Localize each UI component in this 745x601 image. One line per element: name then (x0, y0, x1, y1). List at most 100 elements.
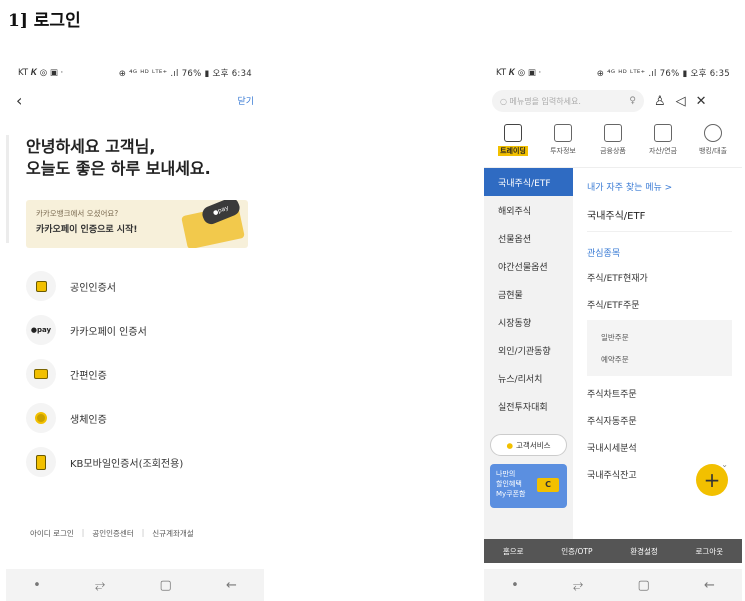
auth-item-biometric[interactable]: 생체인증 (6, 396, 264, 440)
category-item[interactable]: 금현물 (484, 280, 573, 308)
category-list: 국내주식/ETF 해외주식 선물옵션 야간선물옵션 금현물 시장동향 외인/기관… (484, 168, 573, 539)
category-item[interactable]: 뉴스/리서치 (484, 364, 573, 392)
presentation-icon (654, 124, 672, 142)
status-left: KT 𝑲 ◎ ▣ · (18, 68, 64, 78)
cert-center-link[interactable]: 공인인증센터 (92, 528, 133, 539)
status-left: KT 𝑲 ◎ ▣ · (496, 68, 542, 78)
category-item[interactable]: 시장동향 (484, 308, 573, 336)
quick-menu: 트레이딩 투자정보 금융상품 자산/연금 뱅킹/대출 (484, 116, 742, 168)
greeting-line-1: 안녕하세요 고객님, (26, 137, 156, 156)
greeting-line-2: 오늘도 좋은 하루 보내세요. (26, 159, 211, 178)
kakaopay-promo-banner[interactable]: 카카오뱅크에서 오셨어요? 카카오페이 인증으로 시작! ●pay (26, 200, 248, 248)
quick-menu-invest-info[interactable]: 투자정보 (541, 124, 585, 167)
quick-menu-label: 뱅킹/대출 (698, 147, 728, 155)
submenu-item[interactable]: 주식/ETF현재가 (587, 264, 742, 291)
auth-method-list: 공인인증서 ●pay 카카오페이 인증서 간편인증 생체인증 KB모바일인증서(… (6, 264, 264, 484)
category-item[interactable]: 실전투자대회 (484, 392, 573, 420)
header-actions: ♙ ◁ ✕ (654, 94, 707, 109)
headset-icon: ● (506, 440, 514, 450)
back-icon[interactable]: ← (704, 578, 715, 593)
biometric-icon (26, 403, 56, 433)
category-item[interactable]: 야간선물옵션 (484, 252, 573, 280)
link-separator: | (81, 528, 85, 537)
auth-item-certificate[interactable]: 공인인증서 (6, 264, 264, 308)
section-watchlist[interactable]: 관심종목 (587, 246, 742, 264)
logout-button[interactable]: 로그아웃 (696, 546, 724, 557)
greeting: 안녕하세요 고객님, 오늘도 좋은 하루 보내세요. (6, 114, 264, 180)
login-screen: KT 𝑲 ◎ ▣ · ⊕ ⁴ᴳ ᴴᴰ ᴸᵀᴱ⁺ .ıl 76% ▮ 오후 6:3… (6, 60, 264, 601)
chart-icon (504, 124, 522, 142)
auth-otp-button[interactable]: 인증/OTP (561, 546, 592, 557)
recent-apps-icon[interactable]: ⥂ (573, 578, 583, 593)
search-row: ○ 메뉴명을 입력하세요. ♀ ♙ ◁ ✕ (484, 86, 742, 116)
home-icon[interactable]: ▢ (638, 578, 650, 593)
mobile-cert-icon (26, 447, 56, 477)
category-item[interactable]: 선물옵션 (484, 224, 573, 252)
greeting-accent-bar (6, 135, 9, 243)
submenu-subitem[interactable]: 예약주문 (601, 348, 732, 370)
close-icon[interactable]: ✕ (696, 94, 707, 109)
recent-apps-icon[interactable]: ⥂ (95, 578, 105, 593)
quick-menu-financial-products[interactable]: 금융상품 (591, 124, 635, 167)
status-right: ⊕ ⁴ᴳ ᴴᴰ ᴸᵀᴱ⁺ .ıl 76% ▮ 오후 6:34 (118, 69, 252, 79)
search-placeholder: 메뉴명을 입력하세요. (509, 96, 581, 106)
quick-menu-trading[interactable]: 트레이딩 (491, 124, 535, 167)
mic-icon[interactable]: ♀ (629, 96, 636, 106)
auth-item-kb-mobile[interactable]: KB모바일인증서(조회전용) (6, 440, 264, 484)
id-login-link[interactable]: 아이디 로그인 (30, 528, 74, 539)
coupon-banner[interactable]: 나만의 할인혜택 My쿠폰함 C (490, 464, 567, 508)
won-coin-icon (704, 124, 722, 142)
submenu-item[interactable]: 주식차트주문 (587, 380, 742, 407)
auth-item-simple[interactable]: 간편인증 (6, 352, 264, 396)
coupon-icon: C (537, 478, 559, 492)
quick-menu-label: 트레이딩 (498, 146, 528, 156)
kakaopay-icon: ●pay (26, 315, 56, 345)
auth-item-label: KB모바일인증서(조회전용) (70, 458, 184, 470)
submenu-item[interactable]: 국내시세분석 (587, 434, 742, 461)
favorite-menu-item[interactable]: 국내주식/ETF (587, 198, 732, 232)
category-item[interactable]: 국내주식/ETF (484, 168, 573, 196)
dot-icon[interactable]: • (511, 578, 519, 593)
quick-menu-assets[interactable]: 자산/연금 (641, 124, 685, 167)
monitor-icon (554, 124, 572, 142)
auth-item-kakaopay[interactable]: ●pay 카카오페이 인증서 (6, 308, 264, 352)
auth-item-label: 간편인증 (70, 370, 107, 382)
close-button[interactable]: 닫기 (237, 94, 254, 107)
android-nav-bar: • ⥂ ▢ ← (484, 569, 742, 601)
submenu-item[interactable]: 주식자동주문 (587, 407, 742, 434)
android-nav-bar: • ⥂ ▢ ← (6, 569, 264, 601)
auth-item-label: 생체인증 (70, 414, 107, 426)
open-account-link[interactable]: 신규계좌개설 (152, 528, 193, 539)
submenu-panel: 내가 자주 찾는 메뉴 > 국내주식/ETF 관심종목 주식/ETF현재가 주식… (573, 168, 742, 539)
status-right: ⊕ ⁴ᴳ ᴴᴰ ᴸᵀᴱ⁺ .ıl 76% ▮ 오후 6:35 (596, 69, 730, 79)
auth-item-label: 카카오페이 인증서 (70, 326, 147, 338)
auth-item-label: 공인인증서 (70, 282, 116, 294)
search-icon: ○ (500, 96, 510, 106)
person-icon[interactable]: ♙ (654, 94, 666, 109)
simple-auth-icon (26, 359, 56, 389)
menu-screen: KT 𝑲 ◎ ▣ · ⊕ ⁴ᴳ ᴴᴰ ᴸᵀᴱ⁺ .ıl 76% ▮ 오후 6:3… (484, 60, 742, 601)
customer-service-button[interactable]: ● 고객서비스 (490, 434, 567, 456)
dot-icon[interactable]: • (33, 578, 41, 593)
back-icon[interactable]: ← (226, 578, 237, 593)
submenu-subitem[interactable]: 일반주문 (601, 326, 732, 348)
quick-menu-banking[interactable]: 뱅킹/대출 (691, 124, 735, 167)
category-item[interactable]: 해외주식 (484, 196, 573, 224)
menu-search-input[interactable]: ○ 메뉴명을 입력하세요. ♀ (492, 90, 644, 112)
bag-icon (604, 124, 622, 142)
quick-menu-label: 금융상품 (600, 147, 626, 155)
back-arrow-icon[interactable]: ‹ (16, 91, 22, 110)
share-icon[interactable]: ◁ (676, 94, 686, 109)
settings-button[interactable]: 환경설정 (630, 546, 658, 557)
home-icon[interactable]: ▢ (160, 578, 172, 593)
customer-service-label: 고객서비스 (516, 440, 551, 450)
home-button[interactable]: 홈으로 (503, 546, 524, 557)
link-separator: | (141, 528, 145, 537)
add-fab-button[interactable]: + (696, 464, 728, 496)
top-nav: ‹ 닫기 (6, 86, 264, 114)
bottom-action-bar: 홈으로 인증/OTP 환경설정 로그아웃 (484, 539, 742, 563)
submenu-item[interactable]: 주식/ETF주문 (587, 291, 742, 318)
category-item[interactable]: 외인/기관동향 (484, 336, 573, 364)
menu-body: 국내주식/ETF 해외주식 선물옵션 야간선물옵션 금현물 시장동향 외인/기관… (484, 168, 742, 539)
favorites-link[interactable]: 내가 자주 찾는 메뉴 > (587, 180, 742, 198)
